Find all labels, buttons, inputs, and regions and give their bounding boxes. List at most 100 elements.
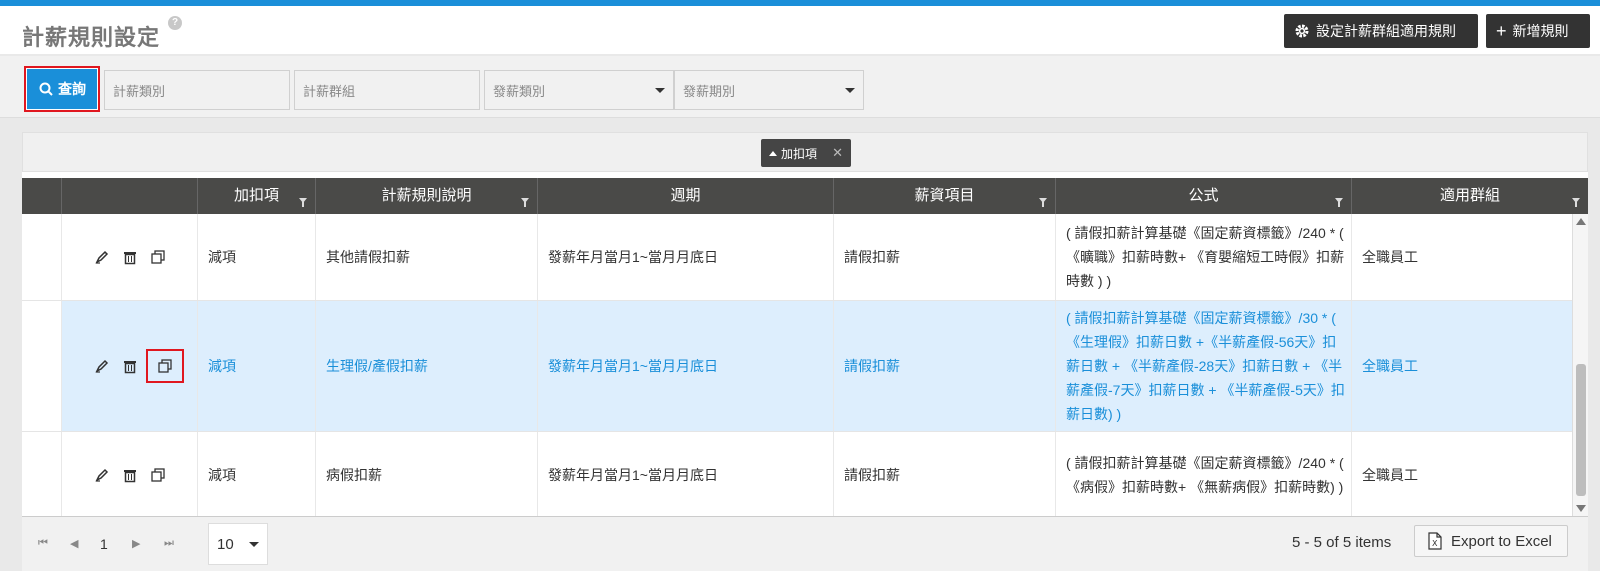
svg-text:X: X	[1432, 539, 1438, 548]
payroll-type-select[interactable]: 發薪類別	[484, 70, 674, 110]
column-header-type[interactable]: 加扣項	[198, 178, 316, 214]
add-rule-button[interactable]: + 新增規則	[1486, 14, 1590, 48]
group-chip-type[interactable]: 加扣項 ✕	[761, 139, 851, 167]
edit-icon[interactable]	[92, 247, 112, 267]
salary-category-input[interactable]: 計薪類別	[104, 70, 290, 110]
query-button[interactable]: 查詢	[24, 66, 100, 112]
column-header-item[interactable]: 薪資項目	[834, 178, 1056, 214]
table-row[interactable]: 減項 其他請假扣薪 發薪年月當月1~當月月底日 請假扣薪 ( 請假扣薪計算基礎《…	[22, 214, 1572, 300]
group-cell: 全職員工	[1362, 358, 1418, 374]
export-excel-button[interactable]: X Export to Excel	[1414, 525, 1568, 557]
edit-icon[interactable]	[92, 356, 112, 376]
column-header-label: 加扣項	[233, 187, 279, 204]
actions-header	[62, 178, 198, 214]
description-cell: 病假扣薪	[316, 432, 538, 516]
item-cell: 請假扣薪	[834, 301, 1056, 431]
items-info: 5 - 5 of 5 items	[1292, 534, 1392, 551]
payroll-period-placeholder: 發薪期別	[683, 83, 736, 99]
group-indent-cell	[22, 214, 62, 300]
table-body: 減項 其他請假扣薪 發薪年月當月1~當月月底日 請假扣薪 ( 請假扣薪計算基礎《…	[22, 214, 1572, 516]
actions-cell	[62, 432, 198, 516]
table-header: 加扣項 計薪規則說明 週期 薪資項目 公式 適用群組	[22, 178, 1588, 214]
page-size-value: 10	[217, 535, 234, 553]
salary-group-input[interactable]: 計薪群組	[294, 70, 480, 110]
chevron-down-icon	[845, 87, 855, 93]
description-cell: 生理假/產假扣薪	[316, 301, 538, 431]
page-size-select[interactable]: 10	[208, 523, 268, 565]
last-page-icon[interactable]: ⏭	[164, 537, 174, 550]
actions-cell	[62, 301, 198, 431]
excel-icon: X	[1428, 532, 1442, 550]
column-header-description[interactable]: 計薪規則說明	[316, 178, 538, 214]
chevron-down-icon	[249, 541, 259, 547]
column-header-label: 計薪規則說明	[381, 187, 472, 204]
pager: ⏮ ◀ 1 ▶ ⏭ 10 5 - 5 of 5 items X Export t…	[22, 516, 1588, 571]
help-icon[interactable]: ?	[168, 16, 182, 30]
scroll-up-icon[interactable]	[1576, 218, 1586, 225]
item-cell: 請假扣薪	[834, 214, 1056, 300]
edit-icon[interactable]	[92, 465, 112, 485]
payroll-period-select[interactable]: 發薪期別	[674, 70, 864, 110]
scroll-down-icon[interactable]	[1576, 505, 1586, 512]
filter-icon[interactable]	[299, 198, 307, 207]
filter-icon[interactable]	[1335, 198, 1343, 207]
close-icon[interactable]: ✕	[832, 145, 843, 161]
payroll-type-placeholder: 發薪類別	[493, 83, 546, 99]
delete-icon[interactable]	[120, 247, 140, 267]
filter-icon[interactable]	[521, 198, 529, 207]
scroll-thumb[interactable]	[1576, 364, 1586, 496]
group-by-bar: 加扣項 ✕	[22, 132, 1588, 172]
gear-icon	[1295, 24, 1309, 38]
salary-category-placeholder: 計薪類別	[113, 83, 166, 99]
item-cell: 請假扣薪	[834, 432, 1056, 516]
sort-asc-icon	[769, 150, 777, 156]
column-header-label: 薪資項目	[914, 187, 975, 204]
column-header-label: 週期	[670, 187, 701, 204]
group-indent-cell	[22, 432, 62, 516]
period-cell: 發薪年月當月1~當月月底日	[538, 432, 834, 516]
group-indent-cell	[22, 301, 62, 431]
filter-bar: 查詢 計薪類別 計薪群組 發薪類別 發薪期別	[0, 56, 1600, 118]
current-page-number[interactable]: 1	[100, 536, 108, 552]
table-row[interactable]: 減項 生理假/產假扣薪 發薪年月當月1~當月月底日 請假扣薪 ( 請假扣薪計算基…	[22, 301, 1572, 431]
add-rule-button-label: 新增規則	[1512, 23, 1569, 39]
plus-icon: +	[1496, 20, 1507, 41]
column-header-formula[interactable]: 公式	[1056, 178, 1352, 214]
group-indent-header	[22, 178, 62, 214]
description-cell: 其他請假扣薪	[316, 214, 538, 300]
copy-icon[interactable]	[148, 247, 168, 267]
column-header-period[interactable]: 週期	[538, 178, 834, 214]
first-page-icon[interactable]: ⏮	[38, 537, 48, 550]
delete-icon[interactable]	[120, 356, 140, 376]
salary-group-placeholder: 計薪群組	[303, 83, 356, 99]
page-header: 計薪規則設定 ? 設定計薪群組適用規則 + 新增規則	[0, 6, 1600, 54]
delete-icon[interactable]	[120, 465, 140, 485]
type-cell: 減項	[198, 214, 316, 300]
next-page-icon[interactable]: ▶	[132, 537, 140, 550]
period-cell: 發薪年月當月1~當月月底日	[538, 214, 834, 300]
query-button-label: 查詢	[58, 81, 86, 97]
group-cell: 全職員工	[1362, 467, 1418, 483]
group-rule-button[interactable]: 設定計薪群組適用規則	[1284, 14, 1478, 48]
filter-icon[interactable]	[1572, 198, 1580, 207]
filter-icon[interactable]	[1039, 198, 1047, 207]
grid-container: 加扣項 ✕ 加扣項 計薪規則說明 週期 薪資項目 公式 適用群組 減項 其他請假…	[22, 132, 1588, 571]
formula-cell: ( 請假扣薪計算基礎《固定薪資標籤》/240 * ( 《病假》扣薪時數+ 《無薪…	[1056, 432, 1352, 516]
page-title: 計薪規則設定	[22, 25, 161, 50]
type-cell: 減項	[198, 301, 316, 431]
copy-icon[interactable]	[148, 465, 168, 485]
table-row[interactable]: 減項 病假扣薪 發薪年月當月1~當月月底日 請假扣薪 ( 請假扣薪計算基礎《固定…	[22, 432, 1572, 516]
group-chip-label: 加扣項	[781, 146, 818, 161]
formula-cell: ( 請假扣薪計算基礎《固定薪資標籤》/30 * ( 《生理假》扣薪日數 +《半薪…	[1056, 301, 1352, 431]
search-icon	[39, 82, 53, 96]
actions-cell	[62, 214, 198, 300]
export-button-label: Export to Excel	[1451, 532, 1552, 550]
group-cell: 全職員工	[1362, 249, 1418, 265]
column-header-group[interactable]: 適用群組	[1352, 178, 1588, 214]
type-cell: 減項	[198, 432, 316, 516]
prev-page-icon[interactable]: ◀	[70, 537, 78, 550]
vertical-scrollbar[interactable]	[1572, 214, 1588, 516]
copy-icon[interactable]	[146, 349, 184, 383]
group-rule-button-label: 設定計薪群組適用規則	[1316, 23, 1456, 39]
chevron-down-icon	[655, 87, 665, 93]
